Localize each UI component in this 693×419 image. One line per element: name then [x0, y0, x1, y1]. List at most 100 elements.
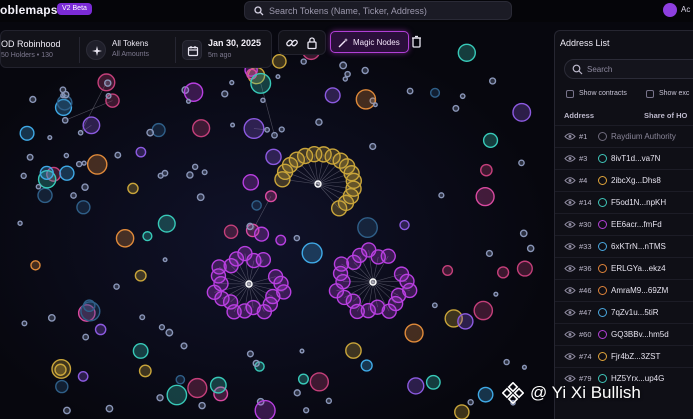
holder-bubble[interactable]	[253, 226, 270, 242]
holder-bubble[interactable]	[63, 152, 70, 159]
holder-bubble[interactable]	[477, 386, 494, 403]
address-row[interactable]: #3 8ivT1d...va7N	[555, 147, 693, 169]
row-address[interactable]: F5od1N...npKH	[611, 198, 666, 207]
show-exchanges-label[interactable]: Show exc	[659, 90, 689, 97]
holder-bubble[interactable]	[457, 43, 476, 62]
holder-bubble[interactable]	[488, 77, 497, 85]
row-address[interactable]: AmraM9...69ZM	[611, 286, 668, 295]
cluster-bubble[interactable]	[255, 251, 272, 268]
holder-bubble[interactable]	[518, 159, 525, 167]
row-address[interactable]: 7qZv1u...5tiR	[611, 308, 659, 317]
address-row[interactable]: #4 2ibcXg...Dhs8	[555, 169, 693, 191]
holder-bubble[interactable]	[272, 54, 287, 69]
holder-bubble[interactable]	[467, 398, 474, 406]
holder-bubble[interactable]	[29, 95, 37, 104]
holder-bubble[interactable]	[82, 299, 96, 313]
holder-bubble[interactable]	[139, 314, 146, 321]
cluster-bubble[interactable]	[330, 200, 348, 217]
holder-bubble[interactable]	[264, 190, 278, 203]
holder-bubble[interactable]	[223, 224, 239, 239]
holder-bubble[interactable]	[309, 372, 329, 392]
holder-bubble[interactable]	[246, 350, 254, 358]
holder-bubble[interactable]	[221, 90, 229, 98]
holder-bubble[interactable]	[315, 118, 323, 126]
eye-icon[interactable]	[564, 286, 576, 295]
holder-bubble[interactable]	[187, 377, 208, 399]
token-name[interactable]: OD Robinhood	[1, 39, 61, 49]
eye-icon[interactable]	[564, 352, 576, 361]
holder-bubble[interactable]	[512, 102, 532, 122]
show-contracts-checkbox[interactable]	[566, 90, 574, 98]
holder-bubble[interactable]	[115, 228, 135, 248]
holder-bubble[interactable]	[429, 87, 441, 98]
holder-bubble[interactable]	[372, 102, 378, 108]
address-row[interactable]: #36 ERLGYa...ekz4	[555, 257, 693, 279]
holder-bubble[interactable]	[521, 364, 528, 370]
holder-bubble[interactable]	[406, 87, 414, 95]
holder-bubble[interactable]	[162, 257, 168, 263]
holder-bubble[interactable]	[301, 242, 323, 264]
column-header-share[interactable]: Share of HO	[644, 111, 687, 120]
holder-bubble[interactable]	[142, 231, 153, 242]
show-contracts-label[interactable]: Show contracts	[579, 90, 627, 97]
hub-node[interactable]	[245, 280, 253, 288]
eye-icon[interactable]	[564, 242, 576, 251]
holder-bubble[interactable]	[165, 328, 174, 337]
holder-bubble[interactable]	[135, 146, 147, 158]
holder-bubble[interactable]	[303, 407, 310, 414]
holder-bubble[interactable]	[516, 260, 533, 277]
holder-bubble[interactable]	[275, 234, 287, 246]
row-address[interactable]: 6xKTrN...nTMS	[611, 242, 666, 251]
holder-bubble[interactable]	[360, 359, 373, 372]
holder-bubble[interactable]	[127, 182, 139, 195]
holder-bubble[interactable]	[134, 269, 147, 282]
holder-bubble[interactable]	[357, 217, 378, 238]
holder-bubble[interactable]	[20, 172, 27, 180]
eye-icon[interactable]	[564, 220, 576, 229]
holder-bubble[interactable]	[399, 219, 410, 231]
holder-bubble[interactable]	[300, 58, 307, 65]
holder-bubble[interactable]	[457, 313, 474, 330]
holder-bubble[interactable]	[146, 128, 155, 137]
holder-bubble[interactable]	[482, 132, 499, 149]
trash-icon[interactable]	[410, 34, 423, 50]
holder-bubble[interactable]	[81, 183, 89, 191]
row-address[interactable]: 2ibcXg...Dhs8	[611, 176, 661, 185]
holder-bubble[interactable]	[293, 234, 301, 242]
holder-bubble[interactable]	[251, 200, 262, 211]
holder-bubble[interactable]	[480, 163, 493, 177]
eye-icon[interactable]	[564, 154, 576, 163]
holder-bubble[interactable]	[252, 359, 260, 368]
holder-bubble[interactable]	[242, 174, 260, 191]
holder-bubble[interactable]	[431, 302, 438, 309]
holder-bubble[interactable]	[454, 404, 470, 419]
holder-bubble[interactable]	[60, 92, 66, 99]
holder-bubble[interactable]	[459, 93, 466, 100]
address-row[interactable]: #46 AmraM9...69ZM	[555, 279, 693, 301]
holder-bubble[interactable]	[180, 342, 188, 350]
holder-bubble[interactable]	[299, 348, 305, 354]
holder-bubble[interactable]	[246, 222, 254, 231]
eye-icon[interactable]	[564, 132, 576, 141]
holder-bubble[interactable]	[132, 343, 149, 359]
holder-bubble[interactable]	[526, 244, 535, 253]
holder-bubble[interactable]	[407, 377, 425, 395]
eye-icon[interactable]	[564, 176, 576, 185]
holder-bubble[interactable]	[94, 323, 107, 336]
holder-bubble[interactable]	[496, 266, 510, 279]
address-row[interactable]: #60 GQ3BBv...hm5d	[555, 323, 693, 345]
holder-bubble[interactable]	[76, 200, 91, 215]
holder-bubble[interactable]	[265, 148, 282, 166]
row-address[interactable]: Raydium Authority	[611, 132, 676, 141]
holder-bubble[interactable]	[77, 129, 84, 136]
holder-bubble[interactable]	[186, 171, 194, 179]
cluster-bubble[interactable]	[333, 256, 350, 272]
token-search[interactable]	[244, 1, 512, 20]
address-row[interactable]: #33 6xKTrN...nTMS	[555, 235, 693, 257]
address-row[interactable]: #1 Raydium Authority	[555, 125, 693, 147]
holder-bubble[interactable]	[61, 116, 69, 124]
holder-bubble[interactable]	[63, 406, 71, 415]
holder-bubble[interactable]	[157, 214, 176, 233]
holder-bubble[interactable]	[493, 291, 499, 297]
holder-bubble[interactable]	[243, 118, 265, 140]
